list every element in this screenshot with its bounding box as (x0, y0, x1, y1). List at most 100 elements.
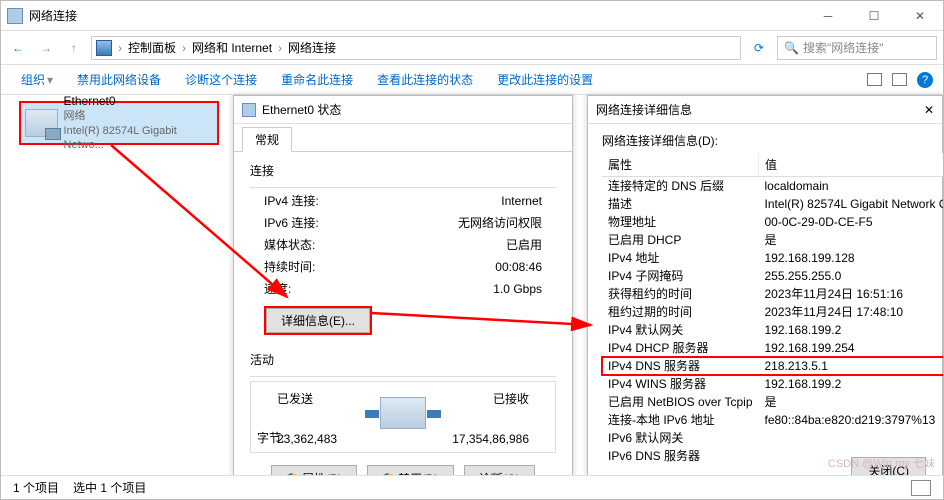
view-status[interactable]: 查看此连接的状态 (367, 67, 483, 92)
table-row[interactable]: 已启用 NetBIOS over Tcpip是 (602, 393, 944, 411)
status-dialog: Ethernet0 状态 常规 连接 IPv4 连接:Internet IPv6… (233, 95, 573, 495)
table-row[interactable]: IPv4 地址192.168.199.128 (602, 249, 944, 267)
help-icon[interactable]: ? (917, 72, 933, 88)
value-cell: 是 (759, 231, 944, 249)
value-cell: fe80::84ba:e820:d219:3797%13 (759, 411, 944, 429)
adapter-name: Ethernet0 (64, 94, 213, 110)
selected-count: 选中 1 个项目 (73, 479, 146, 496)
value-cell: 192.168.199.128 (759, 249, 944, 267)
minimize-button[interactable]: ─ (805, 1, 851, 30)
maximize-button[interactable]: ☐ (851, 1, 897, 30)
value-cell: 255.255.255.0 (759, 267, 944, 285)
titlebar: 网络连接 ─ ☐ ✕ (1, 1, 943, 31)
adapter-device: Intel(R) 82574L Gigabit Netwo... (64, 124, 213, 153)
table-row[interactable]: IPv4 DNS 服务器218.213.5.1 (602, 357, 944, 375)
prop-cell: 连接-本地 IPv6 地址 (602, 411, 759, 429)
chevron-right-icon[interactable]: › (118, 41, 122, 55)
view-icon-1[interactable] (867, 73, 882, 86)
duration-label: 持续时间: (264, 256, 315, 278)
up-button[interactable]: ↑ (63, 37, 85, 59)
table-row[interactable]: 已启用 DHCP是 (602, 231, 944, 249)
adapter-item[interactable]: Ethernet0 网络 Intel(R) 82574L Gigabit Net… (19, 101, 219, 145)
ipv6-conn-label: IPv6 连接: (264, 212, 319, 234)
window: 网络连接 ─ ☐ ✕ ← → ↑ › 控制面板 › 网络和 Internet ›… (0, 0, 944, 500)
status-title-text: Ethernet0 状态 (262, 101, 341, 118)
value-cell: Intel(R) 82574L Gigabit Network Connect (759, 195, 944, 213)
media-label: 媒体状态: (264, 234, 315, 256)
duration-value: 00:08:46 (495, 256, 542, 278)
ipv4-conn-value: Internet (501, 190, 542, 212)
group-connection: 连接 (234, 152, 572, 183)
value-cell: 192.168.199.254 (759, 339, 944, 357)
forward-button[interactable]: → (35, 37, 57, 59)
window-title: 网络连接 (29, 7, 805, 24)
media-value: 已启用 (506, 234, 542, 256)
table-row[interactable]: 连接特定的 DNS 后缀localdomain (602, 177, 944, 196)
details-button-highlight: 详细信息(E)... (264, 306, 372, 335)
prop-cell: IPv4 地址 (602, 249, 759, 267)
table-row[interactable]: 描述Intel(R) 82574L Gigabit Network Connec… (602, 195, 944, 213)
chevron-right-icon[interactable]: › (182, 41, 186, 55)
details-dialog: 网络连接详细信息 ✕ 网络连接详细信息(D): 属性 值 连接特定的 DNS 后… (587, 95, 943, 495)
col-value[interactable]: 值 (759, 153, 944, 177)
crumb-root[interactable]: 控制面板 (124, 39, 180, 56)
table-row[interactable]: 物理地址00-0C-29-0D-CE-F5 (602, 213, 944, 231)
item-count: 1 个项目 (13, 479, 59, 496)
chevron-right-icon[interactable]: › (278, 41, 282, 55)
back-button[interactable]: ← (7, 37, 29, 59)
prop-cell: 已启用 DHCP (602, 231, 759, 249)
recv-label: 已接收 (493, 390, 529, 407)
value-cell: 192.168.199.2 (759, 321, 944, 339)
table-row[interactable]: IPv4 WINS 服务器192.168.199.2 (602, 375, 944, 393)
watermark: CSDN @Win my 七妹 (828, 455, 935, 471)
close-button[interactable]: ✕ (897, 1, 943, 30)
view-toggle-icon[interactable] (911, 480, 931, 496)
sent-label: 已发送 (277, 390, 313, 407)
app-icon (7, 8, 23, 24)
prop-cell: 已启用 NetBIOS over Tcpip (602, 393, 759, 411)
table-row[interactable]: IPv4 DHCP 服务器192.168.199.254 (602, 339, 944, 357)
value-cell (759, 429, 944, 447)
prop-cell: IPv6 DNS 服务器 (602, 447, 759, 465)
table-row[interactable]: 获得租约的时间2023年11月24日 16:51:16 (602, 285, 944, 303)
tab-general[interactable]: 常规 (242, 127, 292, 152)
table-row[interactable]: IPv6 默认网关 (602, 429, 944, 447)
crumb-leaf[interactable]: 网络连接 (284, 39, 340, 56)
speed-value: 1.0 Gbps (493, 278, 542, 300)
network-adapter-icon (25, 109, 58, 137)
details-close-icon[interactable]: ✕ (924, 103, 934, 117)
ipv6-conn-value: 无网络访问权限 (458, 212, 542, 234)
status-bar: 1 个项目 选中 1 个项目 (1, 475, 943, 499)
value-cell: 192.168.199.2 (759, 375, 944, 393)
details-title-text: 网络连接详细信息 (596, 101, 692, 118)
search-input[interactable]: 🔍 搜索"网络连接" (777, 36, 937, 60)
adapter-status: 网络 (64, 109, 213, 123)
speed-label: 速度: (264, 278, 291, 300)
address-bar: ← → ↑ › 控制面板 › 网络和 Internet › 网络连接 ⟳ 🔍 搜… (1, 31, 943, 65)
location-icon (96, 40, 112, 56)
value-cell: 是 (759, 393, 944, 411)
col-property[interactable]: 属性 (602, 153, 759, 177)
refresh-button[interactable]: ⟳ (747, 36, 771, 60)
rename[interactable]: 重命名此连接 (271, 67, 363, 92)
prop-cell: IPv4 WINS 服务器 (602, 375, 759, 393)
disable-device[interactable]: 禁用此网络设备 (67, 67, 171, 92)
status-titlebar: Ethernet0 状态 (234, 96, 572, 124)
prop-cell: 物理地址 (602, 213, 759, 231)
bytes-sent: 23,362,483 (277, 432, 337, 446)
change-settings[interactable]: 更改此连接的设置 (487, 67, 603, 92)
breadcrumb[interactable]: › 控制面板 › 网络和 Internet › 网络连接 (91, 36, 741, 60)
organize-menu[interactable]: 组织 ▾ (11, 67, 63, 92)
view-icon-2[interactable] (892, 73, 907, 86)
table-row[interactable]: 租约过期的时间2023年11月24日 17:48:10 (602, 303, 944, 321)
details-button[interactable]: 详细信息(E)... (266, 308, 370, 333)
table-row[interactable]: 连接-本地 IPv6 地址fe80::84ba:e820:d219:3797%1… (602, 411, 944, 429)
table-row[interactable]: IPv4 默认网关192.168.199.2 (602, 321, 944, 339)
value-cell: 2023年11月24日 16:51:16 (759, 285, 944, 303)
crumb-mid[interactable]: 网络和 Internet (188, 39, 276, 56)
table-row[interactable]: IPv4 子网掩码255.255.255.0 (602, 267, 944, 285)
details-table: 属性 值 连接特定的 DNS 后缀localdomain描述Intel(R) 8… (602, 153, 944, 465)
group-activity: 活动 (234, 341, 572, 372)
diagnose[interactable]: 诊断这个连接 (175, 67, 267, 92)
value-cell: localdomain (759, 177, 944, 196)
